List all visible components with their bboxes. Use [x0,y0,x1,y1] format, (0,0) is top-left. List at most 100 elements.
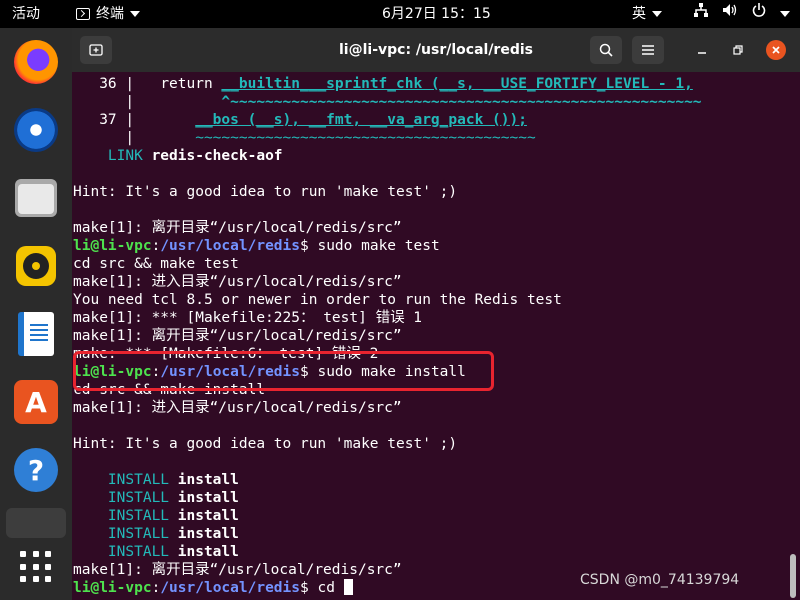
install-line: INSTALL install [73,543,793,561]
help-icon: ? [14,448,58,492]
volume-icon [722,0,738,28]
title-bar: li@li-vpc: /usr/local/redis [72,28,800,72]
terminal-icon [76,8,90,20]
dock-files[interactable] [12,174,60,222]
command-text: sudo make install [308,364,466,380]
app-menu-label: 终端 [96,6,124,22]
output-line: make[1]: 进入目录“/usr/local/redis/src” [73,274,402,290]
input-method-label: 英 [632,6,646,22]
minimize-button[interactable] [692,40,712,60]
build-target: install [169,472,239,488]
output-line: LINK redis-check-aof [73,147,793,165]
dock-firefox[interactable] [12,38,60,86]
output-line: cd src && make install [73,382,266,398]
close-button[interactable] [766,40,786,60]
output-line: make[1]: *** [Makefile:225： test] 错误 1 [73,310,423,326]
install-line: INSTALL install [73,471,793,489]
watermark: CSDN @m0_74139794 [580,572,740,588]
build-target: install [169,544,239,560]
build-step: INSTALL [73,472,170,488]
power-icon [752,0,766,28]
prompt-path: /usr/local/redis [160,364,300,380]
build-target: install [169,490,239,506]
chevron-down-icon [652,11,662,17]
terminal-output[interactable]: 36 | return __builtin___sprintf_chk (__s… [73,75,793,597]
output-line: make: *** [Makefile:6： test] 错误 2 [73,346,379,362]
build-target: install [169,526,239,542]
maximize-button[interactable] [728,40,748,60]
install-line: INSTALL install [73,507,793,525]
scrollbar[interactable] [790,554,796,598]
prompt-path: /usr/local/redis [160,238,300,254]
caret-marker: ~~~~~~~~~~~~~~~~~~~~~~~~~~~~~~~~~~~~~~~ [195,130,536,146]
thunderbird-icon [14,108,58,152]
build-step: INSTALL [73,508,170,524]
restore-icon [733,45,743,55]
dock-rhythmbox[interactable] [12,242,60,290]
output-line: 37 | __bos (__s), __fmt, __va_arg_pack (… [73,111,793,129]
prompt-line: li@li-vpc:/usr/local/redis$ sudo make te… [73,238,440,254]
dock-ubuntu-software[interactable]: A [12,378,60,426]
chevron-down-icon [780,11,790,17]
network-icon [694,0,708,28]
output-line: | ^~~~~~~~~~~~~~~~~~~~~~~~~~~~~~~~~~~~~~… [73,93,793,111]
prompt-user: li@li-vpc [73,364,152,380]
app-grid-icon [20,551,52,583]
chevron-down-icon [130,11,140,17]
gutter: | [73,94,222,110]
build-step: INSTALL [73,526,170,542]
dock-thunderbird[interactable] [12,106,60,154]
dock-libreoffice-writer[interactable] [12,310,60,358]
terminal-window: li@li-vpc: /usr/local/redis 36 | return … [72,28,800,600]
install-line: INSTALL install [73,525,793,543]
prompt-user: li@li-vpc [73,238,152,254]
dock: A ? [0,28,72,600]
system-status-menu[interactable] [694,0,790,28]
app-menu[interactable]: 终端 [76,0,140,28]
minimize-icon [698,52,706,54]
clock[interactable]: 6月27日 15：15 [382,0,491,28]
command-text: cd [308,580,344,596]
gutter: | [73,130,196,146]
build-step: INSTALL [73,490,170,506]
dock-terminal[interactable] [6,508,66,538]
install-line: INSTALL install [73,489,793,507]
menu-button[interactable] [632,36,664,64]
build-step: INSTALL [73,544,170,560]
input-method-menu[interactable]: 英 [632,0,662,28]
folder-icon [15,179,57,217]
window-title: li@li-vpc: /usr/local/redis [339,42,533,58]
firefox-icon [14,40,58,84]
output-line: cd src && make test [73,256,239,272]
prompt-line: li@li-vpc:/usr/local/redis$ sudo make in… [73,364,466,380]
hamburger-icon [642,45,654,55]
code-text: __builtin___sprintf_chk (__s, __USE_FORT… [221,76,693,92]
software-store-icon: A [14,380,58,424]
build-step: LINK [73,148,152,164]
dock-help[interactable]: ? [12,446,60,494]
output-line: make[1]: 进入目录“/usr/local/redis/src” [73,400,402,416]
output-line: 36 | return __builtin___sprintf_chk (__s… [73,75,793,93]
output-line: make[1]: 离开目录“/usr/local/redis/src” [73,328,402,344]
output-line: Hint: It's a good idea to run 'make test… [73,436,458,452]
text-cursor [343,579,353,595]
new-tab-button[interactable] [80,36,112,64]
top-bar: 活动 终端 6月27日 15：15 英 [0,0,800,28]
search-button[interactable] [590,36,622,64]
line-number: 37 | [73,112,196,128]
command-text: sudo make test [308,238,440,254]
build-target: redis-check-aof [151,148,283,164]
activities-button[interactable]: 活动 [12,0,40,28]
output-line: | ~~~~~~~~~~~~~~~~~~~~~~~~~~~~~~~~~~~~~~… [73,129,793,147]
show-applications-button[interactable] [12,543,60,591]
prompt-path: /usr/local/redis [160,580,300,596]
prompt-user: li@li-vpc [73,580,152,596]
new-tab-icon [89,44,103,56]
output-line: Hint: It's a good idea to run 'make test… [73,184,458,200]
code-text: return [160,76,222,92]
output-line: make[1]: 离开目录“/usr/local/redis/src” [73,220,402,236]
